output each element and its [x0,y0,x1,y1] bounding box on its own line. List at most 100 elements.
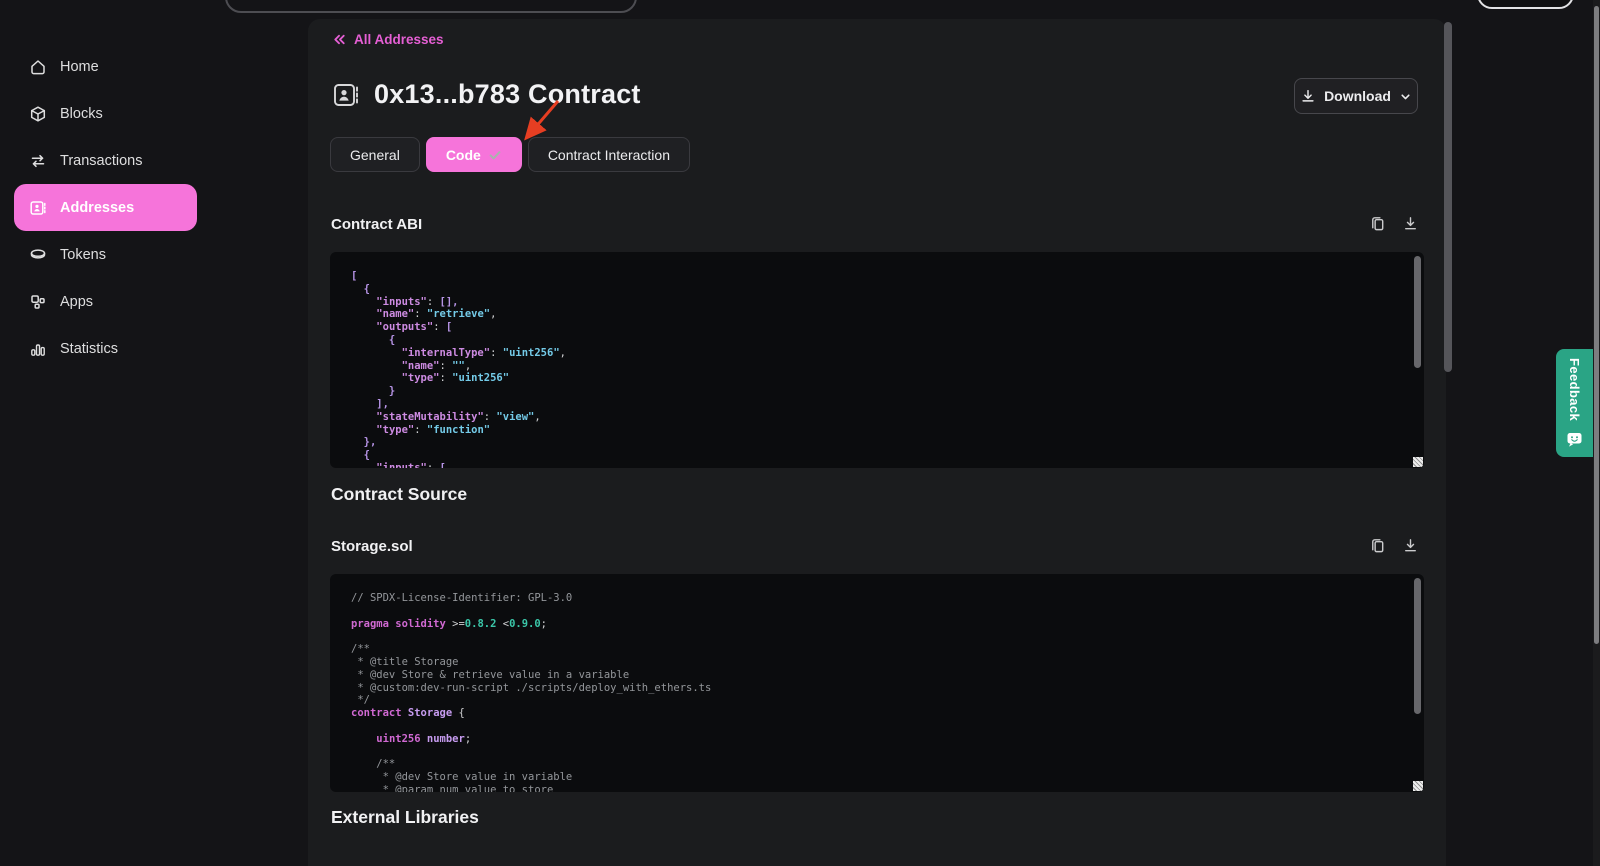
contract-abi-code: [ { "inputs": [], "name": "retrieve", "o… [330,252,1424,468]
sidebar-item-label: Addresses [60,200,134,216]
tab-general[interactable]: General [330,137,420,172]
home-icon [29,58,47,76]
code-line: "inputs": [ [351,462,1424,468]
transactions-icon [29,152,47,170]
code-line: */ [351,694,1424,707]
feedback-label: Feedback [1567,358,1582,421]
tokens-icon [29,246,47,264]
check-icon [488,148,502,162]
code-line: * @param num value to store [351,784,1424,792]
code-line: // SPDX-License-Identifier: GPL-3.0 [351,592,1424,605]
source-code: // SPDX-License-Identifier: GPL-3.0 prag… [330,574,1424,792]
sidebar-item-home[interactable]: Home [14,43,197,90]
sidebar-item-label: Tokens [60,247,106,263]
code-line: ], [351,398,1424,411]
tab-contract-interaction[interactable]: Contract Interaction [528,137,690,172]
sidebar-item-label: Blocks [60,106,103,122]
copy-icon[interactable] [1369,537,1386,554]
code-line: "stateMutability": "view", [351,411,1424,424]
chevron-down-icon [1399,90,1412,103]
code-line: "internalType": "uint256", [351,347,1424,360]
page: Home Blocks Transactions Addresses Tokens App… [0,0,1600,866]
download-button-label: Download [1324,88,1391,104]
chat-bubble-icon [1566,431,1583,448]
code-line: { [351,449,1424,462]
code-line [351,630,1424,643]
apps-icon [29,293,47,311]
download-file-icon[interactable] [1402,215,1419,232]
breadcrumb[interactable]: All Addresses [332,32,444,47]
tabs: General Code Contract Interaction [330,137,690,172]
source-resize-grip[interactable] [1413,781,1423,791]
code-line: { [351,283,1424,296]
breadcrumb-label: All Addresses [354,32,444,47]
copy-icon[interactable] [1369,215,1386,232]
source-scrollbar-thumb[interactable] [1414,578,1421,714]
contract-abi-actions [1369,215,1419,232]
tab-label: General [350,147,400,163]
feedback-button[interactable]: Feedback [1556,349,1593,457]
source-file-name: Storage.sol [331,538,413,555]
download-button[interactable]: Download [1294,78,1418,114]
download-file-icon[interactable] [1402,537,1419,554]
page-title: 0x13...b783 Contract [374,79,641,110]
source-code-block[interactable]: // SPDX-License-Identifier: GPL-3.0 prag… [330,574,1424,792]
code-line: "outputs": [ [351,321,1424,334]
contract-card-icon [331,80,361,110]
chevrons-left-icon [332,32,347,47]
code-line: } [351,385,1424,398]
sidebar-item-label: Home [60,59,99,75]
topbar-button-partial[interactable] [1477,0,1574,9]
code-line: /** [351,758,1424,771]
addresses-icon [29,199,47,217]
code-line: }, [351,436,1424,449]
sidebar-item-label: Transactions [60,153,142,169]
contract-abi-title: Contract ABI [331,216,422,233]
abi-scrollbar-thumb[interactable] [1414,256,1421,368]
code-line: "name": "retrieve", [351,308,1424,321]
code-line [351,746,1424,759]
tab-label: Code [446,147,481,163]
sidebar-item-statistics[interactable]: Statistics [14,325,197,372]
contract-source-heading: Contract Source [331,484,467,505]
code-line: [ [351,270,1424,283]
sidebar-item-transactions[interactable]: Transactions [14,137,197,184]
code-line: "type": "uint256" [351,372,1424,385]
blocks-icon [29,105,47,123]
code-line: * @title Storage [351,656,1424,669]
abi-resize-grip[interactable] [1413,457,1423,467]
sidebar-nav: Home Blocks Transactions Addresses Tokens App… [0,43,197,372]
page-scrollbar-thumb[interactable] [1594,6,1599,644]
sidebar-item-label: Apps [60,294,93,310]
code-line: uint256 number; [351,733,1424,746]
download-icon [1300,88,1316,104]
page-scrollbar[interactable] [1593,0,1600,866]
sidebar: Home Blocks Transactions Addresses Tokens App… [0,0,308,866]
code-line: * @custom:dev-run-script ./scripts/deplo… [351,682,1424,695]
title-row: 0x13...b783 Contract [331,79,641,110]
contract-abi-code-block[interactable]: [ { "inputs": [], "name": "retrieve", "o… [330,252,1424,468]
code-line: "inputs": [], [351,296,1424,309]
tab-code[interactable]: Code [426,137,522,172]
external-libraries-heading: External Libraries [331,807,479,828]
code-line: contract Storage { [351,707,1424,720]
code-line: "type": "function" [351,424,1424,437]
code-line [351,605,1424,618]
panel-scrollbar-thumb[interactable] [1444,22,1452,372]
source-file-actions [1369,537,1419,554]
sidebar-item-tokens[interactable]: Tokens [14,231,197,278]
sidebar-item-addresses[interactable]: Addresses [14,184,197,231]
sidebar-item-label: Statistics [60,341,118,357]
code-line: "name": "", [351,360,1424,373]
code-line: { [351,334,1424,347]
code-line [351,720,1424,733]
code-line: * @dev Store & retrieve value in a varia… [351,669,1424,682]
statistics-icon [29,340,47,358]
code-line: * @dev Store value in variable [351,771,1424,784]
sidebar-item-blocks[interactable]: Blocks [14,90,197,137]
sidebar-item-apps[interactable]: Apps [14,278,197,325]
code-line: pragma solidity >=0.8.2 <0.9.0; [351,618,1424,631]
tab-label: Contract Interaction [548,147,670,163]
code-line: /** [351,643,1424,656]
main-content: All Addresses 0x13...b783 Contract Downl… [308,19,1446,866]
